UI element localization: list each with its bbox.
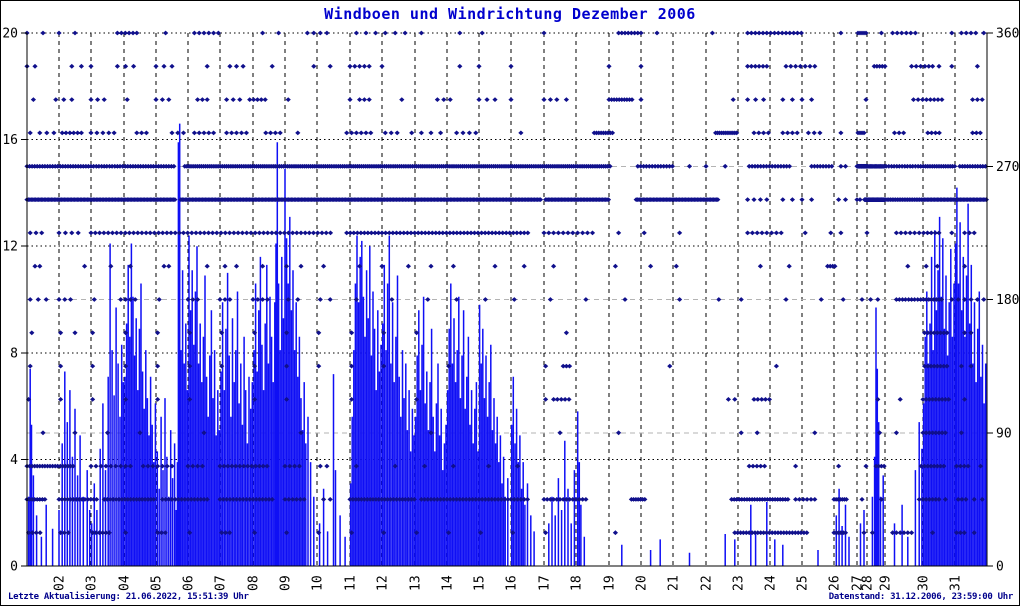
x-axis-day-label: 04 [118, 575, 133, 591]
x-axis-day-label: 25 [796, 575, 811, 591]
right-axis-tick-label: 360 [996, 27, 1019, 42]
x-axis-day-label: 12 [376, 575, 391, 591]
x-axis-day-label: 03 [85, 575, 100, 591]
left-axis-tick-label: 20 [2, 27, 18, 42]
x-axis-day-label: 18 [570, 575, 585, 591]
left-axis-tick-label: 16 [2, 133, 18, 148]
x-axis-day-label: 06 [182, 575, 197, 591]
x-axis-day-label: 08 [247, 575, 262, 591]
x-axis-day-label: 10 [311, 575, 326, 591]
x-axis-day-label: 16 [505, 575, 520, 591]
x-axis-day-label: 14 [441, 575, 456, 591]
x-axis-day-label: 22 [700, 575, 715, 591]
x-axis-day-label: 20 [635, 575, 650, 591]
x-axis-labels: 02 03 04 05 06 07 08 09 10 11 12 13 14 15 16 17 18 19 20 21… [53, 575, 964, 591]
left-axis-tick-label: 4 [10, 453, 18, 468]
wind-direction-points [24, 30, 989, 536]
right-axis-tick-label: 90 [996, 426, 1012, 441]
x-axis-day-label: 23 [732, 575, 747, 591]
left-axis-tick-label: 0 [10, 560, 18, 575]
x-axis-day-label: 26 [828, 575, 843, 591]
x-axis-day-label: 02 [53, 575, 68, 591]
x-axis-day-label: 28 [861, 575, 876, 591]
x-axis-day-label: 07 [214, 575, 229, 591]
weather-chart-page: Windboen und Windrichtung Dezember 2006 … [0, 0, 1020, 606]
x-axis-day-label: 19 [603, 575, 618, 591]
left-axis-tick-label: 12 [2, 240, 18, 255]
left-axis-gridlines [27, 32, 987, 460]
x-axis-day-label: 29 [879, 575, 894, 591]
data-state-text: Datenstand: 31.12.2006, 23:59:00 Uhr [828, 592, 1014, 602]
right-axis-tick-label: 0 [996, 560, 1004, 575]
right-axis-tick-label: 270 [996, 160, 1019, 175]
x-axis-day-label: 21 [667, 575, 682, 591]
x-axis-day-label: 30 [917, 575, 932, 591]
x-axis-day-label: 05 [150, 575, 165, 591]
x-axis-day-label: 24 [764, 575, 779, 591]
x-axis-day-label: 13 [409, 575, 424, 591]
x-axis-day-label: 11 [344, 575, 359, 591]
x-axis-day-label: 31 [949, 575, 964, 591]
x-axis-day-label: 09 [279, 575, 294, 591]
x-axis-day-label: 17 [538, 575, 553, 591]
right-axis-tick-label: 180 [996, 293, 1019, 308]
last-update-text: Letzte Aktualisierung: 21.06.2022, 15:51… [8, 592, 249, 602]
wind-chart-canvas: 04812162009018027036002 03 04 05 06 07 08 09 10 1… [2, 27, 1019, 592]
left-axis-tick-label: 8 [10, 346, 18, 361]
x-axis-day-label: 15 [473, 575, 488, 591]
